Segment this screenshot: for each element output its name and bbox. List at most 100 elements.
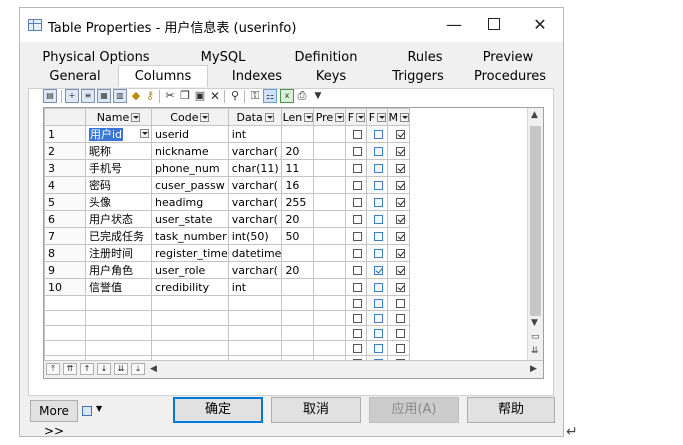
column-precision-cell[interactable] xyxy=(313,244,347,262)
empty-cell[interactable] xyxy=(313,325,347,341)
column-length-cell[interactable]: 50 xyxy=(281,227,315,245)
empty-cell[interactable] xyxy=(44,295,86,311)
column-length-cell[interactable] xyxy=(281,244,315,262)
column-code-cell[interactable]: user_state xyxy=(151,210,229,228)
column-precision-cell[interactable] xyxy=(313,227,347,245)
col-header-code[interactable]: Code xyxy=(151,108,229,126)
column-length-cell[interactable]: 255 xyxy=(281,193,315,211)
foreign-checkbox[interactable] xyxy=(374,298,384,308)
excel-icon[interactable]: x xyxy=(280,89,294,103)
move-page-up-icon[interactable]: ⇈ xyxy=(63,363,77,375)
delete-icon[interactable]: ✕ xyxy=(208,89,222,103)
foreign-checkbox[interactable] xyxy=(374,231,384,241)
move-up-icon[interactable]: ↑ xyxy=(80,363,94,375)
empty-row[interactable] xyxy=(44,295,410,311)
empty-cell[interactable] xyxy=(313,295,347,311)
h-scroll-track[interactable] xyxy=(186,364,526,374)
chevron-left-icon[interactable]: ◀ xyxy=(150,364,157,374)
filter-dropdown-icon[interactable] xyxy=(200,113,210,122)
empty-cell[interactable] xyxy=(151,325,229,341)
column-name-cell[interactable]: 昵称 xyxy=(85,142,152,160)
row-number[interactable]: 6 xyxy=(44,210,86,228)
column-precision-cell[interactable] xyxy=(313,142,347,160)
col-header-precision[interactable]: Pre xyxy=(313,108,347,126)
foreign-checkbox[interactable] xyxy=(374,146,384,156)
move-bottom-icon[interactable]: ⤓ xyxy=(131,363,145,375)
tab-general[interactable]: General xyxy=(40,67,110,86)
row-number[interactable]: 9 xyxy=(44,261,86,279)
mandatory-checkbox[interactable] xyxy=(395,197,405,207)
empty-cell[interactable] xyxy=(151,295,229,311)
column-name-cell[interactable]: 手机号 xyxy=(85,159,152,177)
column-datatype-cell[interactable]: varchar( xyxy=(227,142,283,160)
empty-cell[interactable] xyxy=(281,295,315,311)
tab-indexes[interactable]: Indexes xyxy=(216,67,298,86)
close-button[interactable]: ✕ xyxy=(522,14,558,36)
foreign-checkbox[interactable] xyxy=(374,214,384,224)
foreign-checkbox[interactable] xyxy=(374,163,384,173)
empty-cell[interactable] xyxy=(281,325,315,341)
table-row[interactable]: 8 注册时间 register_time datetime xyxy=(44,244,410,262)
tab-keys[interactable]: Keys xyxy=(298,67,364,86)
add-columns-icon[interactable]: ▦ xyxy=(97,89,111,103)
chevron-right-icon[interactable]: ▶ xyxy=(530,364,537,374)
col-header-primary[interactable]: F xyxy=(345,108,368,126)
column-precision-cell[interactable] xyxy=(313,125,347,143)
chevron-up-icon[interactable]: ▲ xyxy=(531,110,538,120)
primary-checkbox[interactable] xyxy=(353,231,363,241)
col-header-mandatory[interactable]: M xyxy=(387,108,410,126)
column-length-cell[interactable]: 20 xyxy=(281,142,315,160)
mandatory-checkbox[interactable] xyxy=(395,146,405,156)
scroll-thumb[interactable] xyxy=(530,126,541,316)
add-row-icon[interactable]: ≡ xyxy=(81,89,95,103)
column-name-cell[interactable]: 已完成任务 xyxy=(85,227,152,245)
empty-row[interactable] xyxy=(44,340,410,356)
tab-rules[interactable]: Rules xyxy=(380,48,470,67)
empty-cell[interactable] xyxy=(85,310,152,326)
mandatory-checkbox[interactable] xyxy=(395,282,405,292)
column-precision-cell[interactable] xyxy=(313,261,347,279)
col-header-foreign[interactable]: F xyxy=(366,108,389,126)
filter-dropdown-icon[interactable] xyxy=(335,113,345,122)
column-code-cell[interactable]: headimg xyxy=(151,193,229,211)
primary-checkbox[interactable] xyxy=(353,129,363,139)
column-name-cell[interactable]: 用户角色 xyxy=(85,261,152,279)
foreign-checkbox[interactable] xyxy=(374,248,384,258)
primary-checkbox[interactable] xyxy=(353,248,363,258)
primary-checkbox[interactable] xyxy=(353,146,363,156)
empty-row[interactable] xyxy=(44,325,410,341)
column-code-cell[interactable]: userid xyxy=(151,125,229,143)
primary-checkbox[interactable] xyxy=(353,197,363,207)
mandatory-checkbox[interactable] xyxy=(395,248,405,258)
table-row[interactable]: 10 信誉值 credibility int xyxy=(44,278,410,296)
row-number[interactable]: 2 xyxy=(44,142,86,160)
tab-preview[interactable]: Preview xyxy=(473,48,543,67)
tab-definition[interactable]: Definition xyxy=(276,48,376,67)
filter-dropdown-icon[interactable] xyxy=(131,113,141,122)
cut-icon[interactable]: ✂ xyxy=(163,89,177,103)
empty-cell[interactable] xyxy=(313,340,347,356)
empty-cell[interactable] xyxy=(85,295,152,311)
row-number[interactable]: 8 xyxy=(44,244,86,262)
foreign-checkbox[interactable] xyxy=(374,129,384,139)
primary-checkbox[interactable] xyxy=(353,265,363,275)
mandatory-checkbox[interactable] xyxy=(395,328,405,338)
column-code-cell[interactable]: credibility xyxy=(151,278,229,296)
table-row[interactable]: 6 用户状态 user_state varchar(20 xyxy=(44,210,410,228)
column-code-cell[interactable]: phone_num xyxy=(151,159,229,177)
column-name-cell[interactable]: 用户状态 xyxy=(85,210,152,228)
empty-cell[interactable] xyxy=(281,340,315,356)
mandatory-checkbox[interactable] xyxy=(395,163,405,173)
properties-icon[interactable]: ▤ xyxy=(43,89,57,103)
mandatory-checkbox[interactable] xyxy=(395,180,405,190)
column-precision-cell[interactable] xyxy=(313,159,347,177)
column-length-cell[interactable] xyxy=(281,278,315,296)
column-datatype-cell[interactable]: varchar( xyxy=(227,176,283,194)
column-code-cell[interactable]: register_time xyxy=(151,244,229,262)
foreign-checkbox[interactable] xyxy=(374,180,384,190)
column-name-cell[interactable]: 注册时间 xyxy=(85,244,152,262)
foreign-checkbox[interactable] xyxy=(374,328,384,338)
apply-button[interactable]: 应用(A) xyxy=(369,397,459,423)
row-number[interactable]: 5 xyxy=(44,193,86,211)
chevron-down-icon[interactable]: ▼ xyxy=(531,318,538,328)
